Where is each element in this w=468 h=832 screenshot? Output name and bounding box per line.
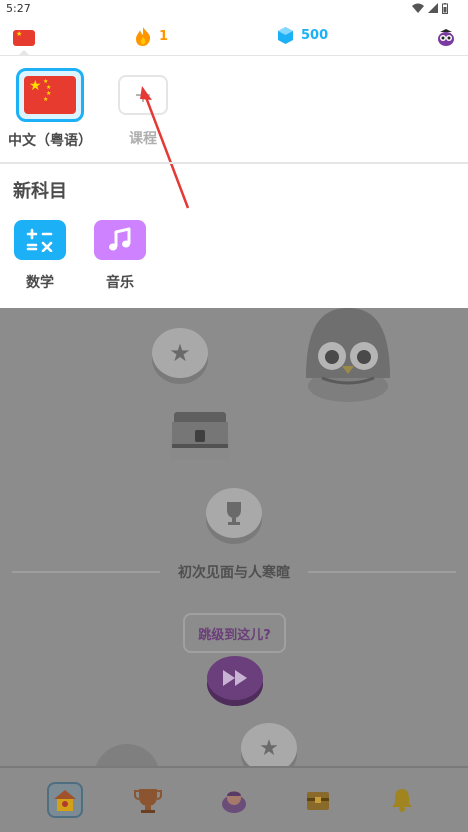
new-subjects-title: 新科目 xyxy=(13,181,67,202)
gem-icon xyxy=(278,27,293,44)
character-icon xyxy=(222,791,246,813)
path-node-trophy xyxy=(206,488,262,538)
dropdown-divider xyxy=(0,162,468,164)
path-node-star: ★ xyxy=(152,328,208,378)
current-course-flag-box[interactable]: ★ ★ ★ ★ ★ xyxy=(16,68,84,122)
subject-music-label: 音乐 xyxy=(106,275,134,291)
current-course-label: 中文（粤语） xyxy=(8,133,92,149)
signal-icon xyxy=(428,3,438,13)
subject-math[interactable]: 数学 xyxy=(10,220,70,292)
battery-icon xyxy=(442,3,448,14)
subject-music[interactable]: 音乐 xyxy=(90,220,150,292)
wifi-icon xyxy=(412,3,424,13)
trophy-icon xyxy=(134,789,162,813)
gems-value: 500 xyxy=(301,28,329,43)
nav-characters[interactable] xyxy=(216,782,252,818)
music-icon xyxy=(94,220,146,260)
top-bar: ★ 1 500 xyxy=(0,18,468,56)
status-time: 5:27 xyxy=(6,2,31,15)
trophy-icon xyxy=(227,502,241,525)
current-course[interactable]: ★ ★ ★ ★ ★ 中文（粤语） xyxy=(0,68,100,150)
bottom-nav xyxy=(0,766,468,832)
owl-avatar-icon[interactable] xyxy=(436,27,456,47)
home-icon xyxy=(54,790,76,811)
jump-here-label: 跳级到这儿? xyxy=(198,627,271,643)
fast-forward-icon xyxy=(223,670,247,686)
section-divider-right xyxy=(308,571,456,573)
nav-leaderboard[interactable] xyxy=(130,782,166,818)
treasure-chest-icon xyxy=(170,412,230,460)
nav-notifications[interactable] xyxy=(384,782,420,818)
streak-counter[interactable]: 1 xyxy=(135,27,168,46)
nav-chest[interactable] xyxy=(300,782,336,818)
status-icons xyxy=(412,3,448,14)
annotation-arrow-icon xyxy=(140,86,190,209)
nav-home[interactable] xyxy=(47,782,83,818)
streak-value: 1 xyxy=(159,29,169,44)
china-flag-icon: ★ ★ ★ ★ ★ xyxy=(24,76,76,114)
star-icon: ★ xyxy=(169,339,191,367)
bell-icon xyxy=(392,789,412,812)
star-icon: ★ xyxy=(259,735,279,761)
fire-icon xyxy=(136,27,151,46)
course-dropdown: ★ ★★★★ 中文（粤语） + 课程 新科目 数学 xyxy=(0,56,468,308)
learning-path-overlay[interactable]: ★ 初次见面与人寒暄 跳级到这儿? ★ xyxy=(0,308,468,832)
math-icon xyxy=(14,220,66,260)
gems-counter[interactable]: 500 xyxy=(278,27,328,44)
status-bar: 5:27 xyxy=(0,0,468,18)
flag-star-icon: ★ xyxy=(16,30,23,38)
jump-here-bubble[interactable]: 跳级到这儿? xyxy=(183,613,286,653)
owl-mascot-icon xyxy=(306,308,390,402)
jump-here-button[interactable] xyxy=(207,656,263,700)
chest-icon xyxy=(307,792,329,810)
subject-math-label: 数学 xyxy=(26,275,54,291)
course-flag-button[interactable]: ★ xyxy=(13,30,35,46)
